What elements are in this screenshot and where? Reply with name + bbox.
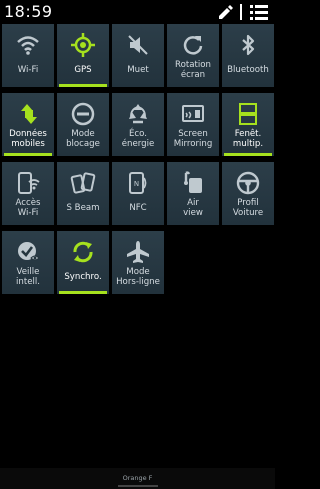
sync-icon <box>73 241 93 263</box>
bluetooth-icon <box>242 34 255 56</box>
active-indicator <box>4 291 52 294</box>
quick-setting-label: Air view <box>183 198 203 218</box>
mute-icon <box>128 35 148 55</box>
quick-setting-label: Bluetooth <box>227 65 269 75</box>
quick-setting-bluetooth[interactable]: Bluetooth <box>222 24 274 87</box>
active-indicator <box>224 222 272 225</box>
wifi-icon <box>17 36 39 55</box>
active-indicator <box>224 84 272 87</box>
quick-setting-label: Screen Mirroring <box>173 129 213 149</box>
status-bar-divider <box>240 4 242 20</box>
carrier-label: Orange F <box>122 474 153 482</box>
air-view-icon <box>184 171 202 193</box>
multi-window-icon <box>239 103 257 125</box>
smart-stay-icon <box>18 242 40 261</box>
quick-setting-label: Mode blocage <box>66 129 100 149</box>
quick-setting-label: Éco. énergie <box>121 129 155 149</box>
s-beam-icon <box>70 172 96 194</box>
active-indicator <box>224 153 272 156</box>
active-indicator <box>114 291 162 294</box>
active-indicator <box>59 153 107 156</box>
quick-setting-mobile-data[interactable]: Données mobiles <box>2 93 54 156</box>
quick-setting-label: Muet <box>127 65 149 75</box>
quick-setting-label: Synchro. <box>64 272 102 282</box>
quick-setting-s-beam[interactable]: S Beam <box>57 162 109 225</box>
quick-setting-rotation[interactable]: Rotation écran <box>167 24 219 87</box>
active-indicator <box>4 222 52 225</box>
quick-setting-car-mode[interactable]: Profil Voiture <box>222 162 274 225</box>
active-indicator <box>4 84 52 87</box>
quick-setting-screen-mirroring[interactable]: Screen Mirroring <box>167 93 219 156</box>
quick-setting-label: Fenêt. multip. <box>232 129 264 149</box>
edit-icon[interactable] <box>216 3 234 21</box>
active-indicator <box>59 84 107 87</box>
svg-text:N: N <box>134 180 139 188</box>
car-mode-icon <box>236 171 260 195</box>
quick-setting-sync[interactable]: Synchro. <box>57 231 109 294</box>
screen-mirroring-icon <box>182 105 204 122</box>
active-indicator <box>114 222 162 225</box>
quick-setting-label: Données mobiles <box>9 129 47 149</box>
quick-setting-wifi[interactable]: Wi-Fi <box>2 24 54 87</box>
quick-setting-air-view[interactable]: Air view <box>167 162 219 225</box>
quick-setting-label: GPS <box>74 65 92 75</box>
quick-setting-label: Wi-Fi <box>17 65 39 75</box>
block-mode-icon <box>71 102 95 126</box>
airplane-mode-icon <box>127 241 149 263</box>
quick-setting-label: S Beam <box>66 203 100 213</box>
quick-setting-nfc[interactable]: N NFC <box>112 162 164 225</box>
nfc-icon: N <box>129 172 147 194</box>
quick-setting-wifi-hotspot[interactable]: Accès Wi-Fi <box>2 162 54 225</box>
quick-setting-block-mode[interactable]: Mode blocage <box>57 93 109 156</box>
active-indicator <box>169 84 217 87</box>
drag-handle[interactable] <box>118 485 158 487</box>
quick-setting-multi-window[interactable]: Fenêt. multip. <box>222 93 274 156</box>
menu-icon[interactable] <box>249 3 269 21</box>
quick-setting-label: Accès Wi-Fi <box>15 198 41 218</box>
active-indicator <box>114 153 162 156</box>
quick-setting-power-saving[interactable]: Éco. énergie <box>112 93 164 156</box>
mobile-data-icon <box>21 104 37 124</box>
quick-setting-label: NFC <box>129 203 147 213</box>
active-indicator <box>59 291 107 294</box>
quick-setting-label: Mode Hors-ligne <box>116 267 160 287</box>
active-indicator <box>114 84 162 87</box>
quick-setting-gps[interactable]: GPS <box>57 24 109 87</box>
quick-setting-label: Veille intell. <box>16 267 40 287</box>
status-bar: 18:59 <box>0 0 275 24</box>
active-indicator <box>59 222 107 225</box>
rotation-icon <box>183 36 203 55</box>
active-indicator <box>169 222 217 225</box>
quick-setting-label: Profil Voiture <box>232 198 264 218</box>
gps-icon <box>71 33 95 57</box>
power-saving-icon <box>129 104 147 124</box>
active-indicator <box>169 153 217 156</box>
quick-setting-smart-stay[interactable]: Veille intell. <box>2 231 54 294</box>
quick-setting-airplane-mode[interactable]: Mode Hors-ligne <box>112 231 164 294</box>
clock: 18:59 <box>4 2 53 21</box>
wifi-hotspot-icon <box>18 172 40 194</box>
quick-setting-label: Rotation écran <box>175 60 211 80</box>
active-indicator <box>4 153 52 156</box>
quick-setting-mute[interactable]: Muet <box>112 24 164 87</box>
